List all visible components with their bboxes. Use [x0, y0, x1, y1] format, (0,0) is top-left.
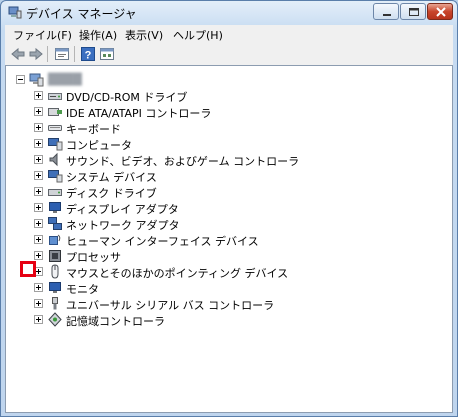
tree-item-label: モニタ	[66, 283, 99, 296]
expand-toggle[interactable]	[34, 219, 43, 228]
scan-hardware-icon[interactable]	[99, 46, 115, 62]
mouse-icon	[51, 264, 59, 279]
highlight-marker	[20, 261, 36, 277]
expand-toggle[interactable]	[34, 91, 43, 100]
menu-action[interactable]: 操作(A)	[79, 27, 117, 43]
svg-text:?: ?	[85, 50, 92, 62]
computer-name: ████	[48, 73, 82, 86]
expand-toggle[interactable]	[34, 139, 43, 148]
tree-item-label: プロセッサ	[66, 251, 121, 264]
tree-item-sound[interactable]: サウンド、ビデオ、およびゲーム コントローラ	[10, 152, 430, 168]
usb-icon	[52, 297, 58, 310]
tree-item-computer[interactable]: コンピュータ	[10, 136, 430, 152]
network-adapter-icon	[48, 217, 62, 230]
menu-help[interactable]: ヘルプ(H)	[173, 27, 223, 43]
window-title: デバイス マネージャ	[26, 7, 137, 21]
tree-item-label: システム デバイス	[66, 171, 157, 184]
forward-arrow-icon[interactable]	[28, 46, 44, 62]
tree-item-label: ヒューマン インターフェイス デバイス	[66, 235, 259, 248]
expand-toggle[interactable]	[34, 155, 43, 164]
tree-item-label: コンピュータ	[66, 139, 132, 152]
device-manager-icon	[8, 6, 22, 19]
processor-icon	[49, 250, 61, 262]
toolbar-separator	[74, 46, 75, 62]
menu-view[interactable]: 表示(V)	[125, 27, 163, 43]
expand-toggle[interactable]	[34, 251, 43, 260]
menu-bar: ファイル(F) 操作(A) 表示(V) ヘルプ(H)	[5, 25, 453, 43]
computer-icon	[29, 73, 44, 87]
hid-icon	[49, 234, 61, 245]
tree-item-label: IDE ATA/ATAPI コントローラ	[66, 107, 212, 120]
tree-item-network[interactable]: ネットワーク アダプタ	[10, 216, 430, 232]
collapse-toggle[interactable]	[16, 75, 25, 84]
expand-toggle[interactable]	[34, 187, 43, 196]
maximize-icon	[409, 8, 419, 16]
tree-item-label: ディスク ドライブ	[66, 187, 157, 200]
storage-controller-icon	[48, 312, 62, 327]
tree-item-label: ネットワーク アダプタ	[66, 219, 180, 232]
dvd-drive-icon	[48, 93, 62, 100]
tree-item-dvd[interactable]: DVD/CD-ROM ドライブ	[10, 88, 430, 104]
expand-toggle[interactable]	[34, 283, 43, 292]
expand-toggle[interactable]	[34, 315, 43, 324]
help-icon[interactable]: ?	[80, 46, 96, 62]
expand-toggle[interactable]	[34, 235, 43, 244]
tree-item-storage[interactable]: 記憶域コントローラ	[10, 312, 430, 328]
speaker-icon	[49, 152, 58, 167]
properties-icon[interactable]	[54, 46, 70, 62]
toolbar: ?	[5, 43, 453, 66]
expand-toggle[interactable]	[34, 171, 43, 180]
toolbar-separator	[47, 46, 48, 62]
tree-item-keyboard[interactable]: キーボード	[10, 120, 430, 136]
device-manager-window: デバイス マネージャ ファイル(F) 操作(A) 表示(V) ヘルプ(H) ? …	[0, 0, 458, 417]
expand-toggle[interactable]	[34, 203, 43, 212]
tree-item-label: マウスとそのほかのポインティング デバイス	[66, 267, 289, 280]
tree-item-display[interactable]: ディスプレイ アダプタ	[10, 200, 430, 216]
maximize-button[interactable]	[400, 3, 426, 20]
display-adapter-icon	[49, 202, 61, 213]
disk-drive-icon	[48, 189, 62, 196]
tree-item-ide[interactable]: IDE ATA/ATAPI コントローラ	[10, 104, 430, 120]
tree-item-label: DVD/CD-ROM ドライブ	[66, 91, 188, 104]
expand-toggle[interactable]	[34, 123, 43, 132]
close-button[interactable]	[427, 3, 453, 20]
computer-icon	[48, 138, 63, 151]
tree-root[interactable]: ████	[10, 72, 310, 87]
menu-file[interactable]: ファイル(F)	[13, 27, 72, 43]
system-device-icon	[48, 170, 63, 183]
device-tree[interactable]: ████ DVD/CD-ROM ドライブ IDE ATA/ATAPI コントロー…	[5, 65, 453, 413]
minimize-button[interactable]	[373, 3, 399, 20]
title-bar[interactable]: デバイス マネージャ	[1, 1, 457, 25]
tree-item-label: ユニバーサル シリアル バス コントローラ	[66, 299, 275, 312]
tree-item-label: 記憶域コントローラ	[66, 315, 165, 328]
tree-item-mouse[interactable]: マウスとそのほかのポインティング デバイス	[10, 264, 430, 280]
expand-toggle[interactable]	[34, 299, 43, 308]
tree-item-usb[interactable]: ユニバーサル シリアル バス コントローラ	[10, 296, 430, 312]
minimize-icon	[383, 14, 391, 16]
tree-item-label: キーボード	[66, 123, 121, 136]
tree-item-processor[interactable]: プロセッサ	[10, 248, 430, 264]
tree-item-disk[interactable]: ディスク ドライブ	[10, 184, 430, 200]
expand-toggle[interactable]	[34, 107, 43, 116]
tree-item-monitor[interactable]: モニタ	[10, 280, 430, 296]
ide-controller-icon	[48, 108, 62, 116]
monitor-icon	[49, 282, 61, 293]
close-icon	[436, 7, 446, 17]
back-arrow-icon[interactable]	[10, 46, 26, 62]
tree-item-system[interactable]: システム デバイス	[10, 168, 430, 184]
tree-item-hid[interactable]: ヒューマン インターフェイス デバイス	[10, 232, 430, 248]
tree-item-label: サウンド、ビデオ、およびゲーム コントローラ	[66, 155, 300, 168]
tree-item-label: ディスプレイ アダプタ	[66, 203, 179, 216]
keyboard-icon	[48, 125, 62, 131]
